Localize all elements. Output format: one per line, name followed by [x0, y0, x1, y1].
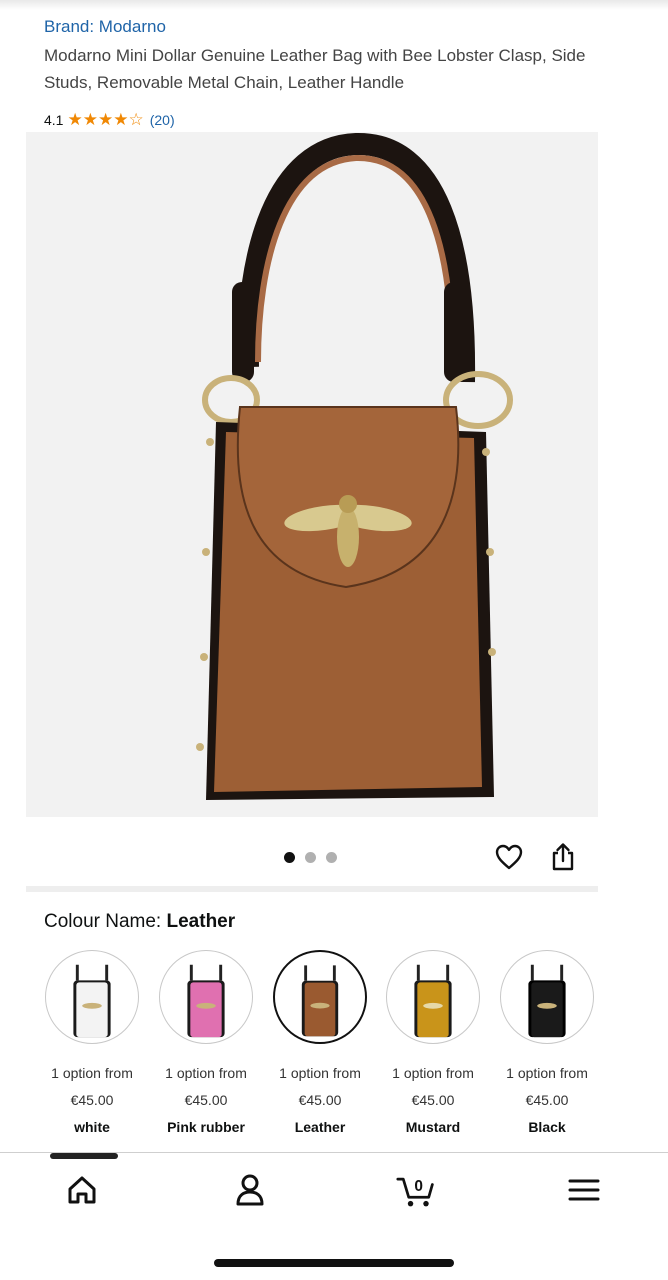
product-image[interactable]: [26, 132, 598, 817]
image-pager[interactable]: [284, 852, 337, 863]
swatch-price: €45.00: [70, 1092, 114, 1108]
rating-value: 4.1: [44, 112, 64, 128]
menu-icon[interactable]: [564, 1170, 604, 1210]
swatch-name: Leather: [294, 1119, 346, 1135]
swatch-price: €45.00: [525, 1092, 569, 1108]
active-tab-indicator: [50, 1153, 118, 1159]
swatch-option-count: 1 option from: [392, 1065, 474, 1081]
brand-link[interactable]: Brand: Modarno: [44, 17, 166, 37]
colour-label-text: Colour Name:: [44, 911, 162, 932]
swatch-price: €45.00: [411, 1092, 455, 1108]
share-icon[interactable]: [548, 842, 578, 872]
top-edge: [0, 0, 668, 10]
star-full-icon: ★: [67, 109, 83, 130]
home-icon[interactable]: [62, 1170, 102, 1210]
swatch-thumbnail[interactable]: [273, 950, 367, 1044]
swatch-thumbnail[interactable]: [500, 950, 594, 1044]
swatch-thumbnail[interactable]: [159, 950, 253, 1044]
account-icon[interactable]: [230, 1170, 270, 1210]
swatch-option-count: 1 option from: [279, 1065, 361, 1081]
home-indicator-bar[interactable]: [214, 1259, 454, 1267]
star-full-icon: ★: [82, 109, 98, 130]
swatch-price: €45.00: [298, 1092, 342, 1108]
rating-stars: ★ ★ ★ ★ ☆: [67, 109, 144, 130]
swatch-thumbnail[interactable]: [45, 950, 139, 1044]
swatch-option-count: 1 option from: [51, 1065, 133, 1081]
swatch-name: white: [74, 1119, 110, 1135]
cart-count: 0: [414, 1178, 423, 1195]
swatch-leather[interactable]: 1 option from €45.00 Leather: [264, 950, 376, 1136]
swatch-black[interactable]: 1 option from €45.00 Black: [491, 950, 603, 1136]
cart-icon[interactable]: 0: [396, 1170, 436, 1210]
swatch-price: €45.00: [184, 1092, 228, 1108]
colour-selected-value: Leather: [166, 911, 236, 932]
section-divider: [26, 886, 598, 892]
colour-name-label: Colour Name: Leather: [44, 911, 235, 933]
leather-bag-image: [196, 132, 513, 800]
heart-icon[interactable]: [494, 842, 524, 872]
swatch-mustard[interactable]: 1 option from €45.00 Mustard: [377, 950, 489, 1136]
rating-row[interactable]: 4.1 ★ ★ ★ ★ ☆ (20): [44, 110, 175, 130]
pager-dot[interactable]: [284, 852, 295, 863]
swatch-option-count: 1 option from: [506, 1065, 588, 1081]
swatch-thumbnail[interactable]: [386, 950, 480, 1044]
swatch-pink-rubber[interactable]: 1 option from €45.00 Pink rubber: [150, 950, 262, 1136]
swatch-name: Pink rubber: [167, 1119, 245, 1135]
star-empty-icon: ☆: [128, 109, 144, 130]
pager-dot[interactable]: [326, 852, 337, 863]
star-full-icon: ★: [113, 109, 129, 130]
pager-dot[interactable]: [305, 852, 316, 863]
swatch-white[interactable]: 1 option from €45.00 white: [36, 950, 148, 1136]
star-full-icon: ★: [97, 109, 114, 130]
swatch-option-count: 1 option from: [165, 1065, 247, 1081]
swatch-name: Black: [528, 1119, 566, 1135]
swatch-name: Mustard: [405, 1119, 461, 1135]
review-count-link[interactable]: (20): [150, 112, 175, 128]
product-title: Modarno Mini Dollar Genuine Leather Bag …: [44, 46, 586, 92]
